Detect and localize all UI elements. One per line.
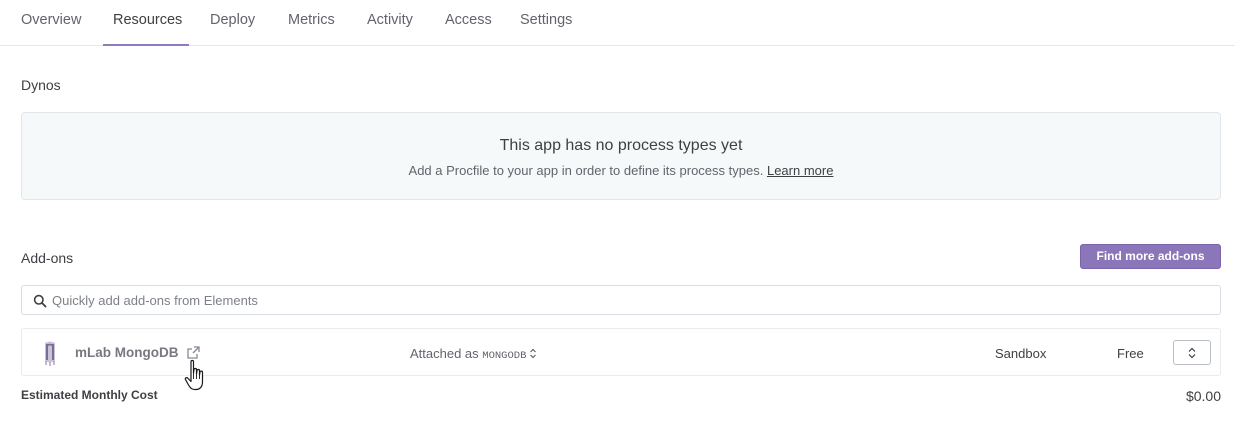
external-link-icon[interactable]	[187, 346, 200, 359]
dynos-empty-state: This app has no process types yet Add a …	[21, 112, 1221, 200]
tab-resources[interactable]: Resources	[113, 0, 182, 46]
find-more-addons-button[interactable]: Find more add-ons	[1080, 244, 1221, 269]
addons-heading: Add-ons	[21, 250, 74, 266]
attachment-name: MONGODB	[482, 350, 527, 362]
attachment-label[interactable]: Attached as MONGODB	[410, 346, 537, 362]
tab-activity[interactable]: Activity	[367, 0, 413, 46]
chevron-updown-icon	[530, 348, 537, 359]
tab-metrics[interactable]: Metrics	[288, 0, 335, 46]
dynos-heading: Dynos	[21, 77, 61, 93]
app-nav-tabs: Overview Resources Deploy Metrics Activi…	[0, 0, 1235, 46]
empty-state-title: This app has no process types yet	[499, 137, 743, 154]
empty-state-description: Add a Procfile to your app in order to d…	[408, 163, 764, 178]
change-plan-button[interactable]	[1173, 340, 1211, 365]
empty-state-text: Add a Procfile to your app in order to d…	[22, 163, 1220, 178]
addon-name-link[interactable]: mLab MongoDB	[75, 345, 179, 360]
estimated-cost-label: Estimated Monthly Cost	[21, 388, 158, 402]
attached-as-text: Attached as	[410, 346, 479, 361]
mlab-logo-icon	[45, 341, 55, 366]
addon-price: Free	[1117, 346, 1144, 361]
tab-overview[interactable]: Overview	[21, 0, 81, 46]
tab-deploy[interactable]: Deploy	[210, 0, 255, 46]
search-icon	[33, 294, 47, 308]
addon-plan: Sandbox	[995, 346, 1047, 361]
tab-access[interactable]: Access	[445, 0, 492, 46]
hand-cursor-icon	[184, 359, 204, 391]
tab-settings[interactable]: Settings	[520, 0, 572, 46]
addon-search-field[interactable]	[21, 285, 1221, 315]
learn-more-link[interactable]: Learn more	[767, 163, 833, 178]
addon-search-input[interactable]	[52, 286, 1212, 314]
estimated-cost-value: $0.00	[1185, 388, 1221, 404]
active-tab-indicator	[103, 44, 189, 46]
chevron-updown-icon	[1188, 347, 1196, 359]
